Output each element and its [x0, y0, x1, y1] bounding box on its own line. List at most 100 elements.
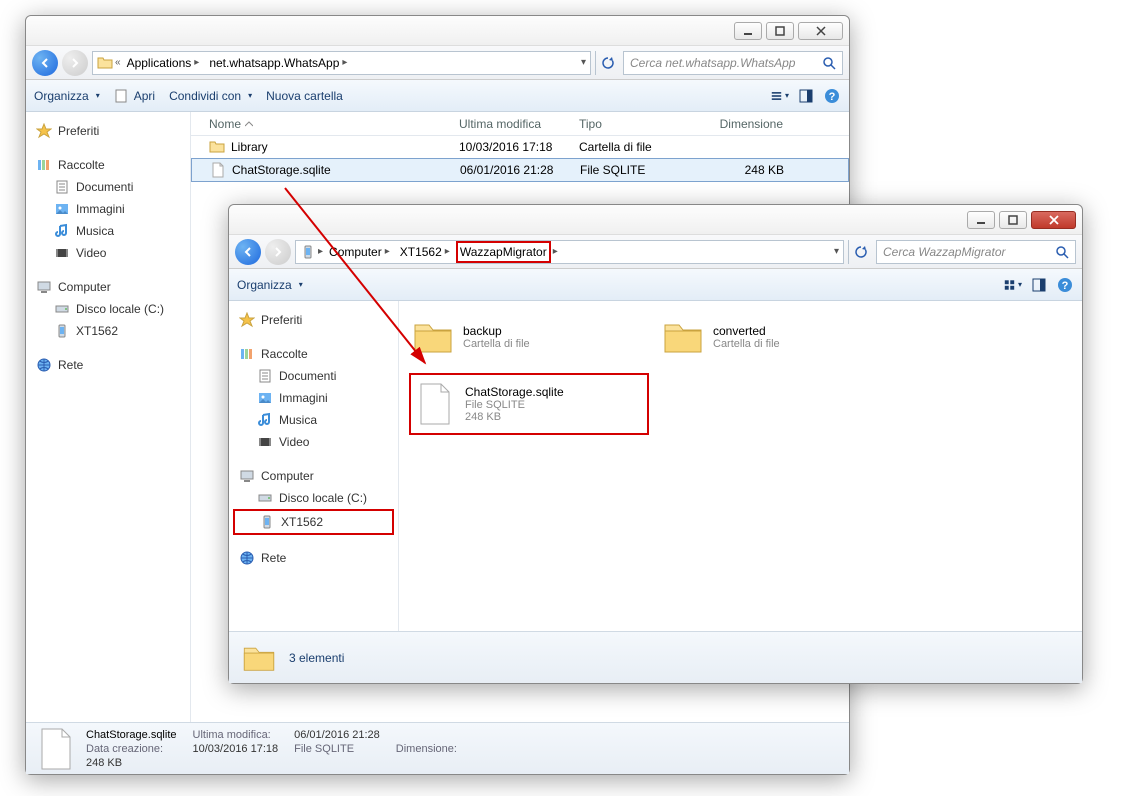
sidebar-libraries[interactable]: Raccolte	[30, 154, 186, 176]
breadcrumb-segment[interactable]: Applications▸	[123, 52, 204, 74]
open-button[interactable]: Apri	[114, 88, 155, 104]
sidebar-label: Musica	[279, 413, 317, 427]
organize-button[interactable]: Organizza	[34, 89, 100, 103]
breadcrumb-label: net.whatsapp.WhatsApp	[209, 56, 339, 70]
sidebar-item-documents[interactable]: Documenti	[30, 176, 186, 198]
preview-pane-button[interactable]	[797, 87, 815, 105]
status-label: Ultima modifica:	[193, 729, 279, 741]
maximize-button[interactable]	[999, 211, 1027, 229]
preview-pane-button[interactable]	[1030, 276, 1048, 294]
close-button[interactable]	[798, 22, 843, 40]
sidebar-network[interactable]: Rete	[30, 354, 186, 376]
back-button[interactable]	[235, 239, 261, 265]
chevron-right-icon: ▸	[318, 246, 323, 257]
breadcrumb-segment[interactable]: WazzapMigrator	[456, 241, 551, 263]
sidebar-item-documents[interactable]: Documenti	[233, 365, 394, 387]
status-text: 3 elementi	[289, 651, 344, 665]
sidebar-item-video[interactable]: Video	[30, 242, 186, 264]
status-label: Dimensione:	[396, 743, 457, 755]
maximize-button[interactable]	[766, 22, 794, 40]
search-input[interactable]: Cerca net.whatsapp.WhatsApp	[623, 51, 843, 75]
file-modified: 10/03/2016 17:18	[451, 140, 571, 154]
view-mode-button[interactable]	[771, 87, 789, 105]
sidebar-label: Disco locale (C:)	[76, 302, 164, 316]
tile-size: 248 KB	[465, 411, 564, 423]
chevron-right-icon: «	[115, 57, 121, 68]
address-bar: ▸ Computer▸ XT1562▸ WazzapMigrator ▸ ▾ C…	[229, 235, 1082, 269]
tile-type: Cartella di file	[713, 338, 780, 350]
file-row[interactable]: ChatStorage.sqlite 06/01/2016 21:28 File…	[191, 158, 849, 182]
tile-name: ChatStorage.sqlite	[465, 385, 564, 399]
open-label: Apri	[134, 89, 155, 103]
view-mode-button[interactable]	[1004, 276, 1022, 294]
svg-text:?: ?	[1062, 280, 1069, 292]
sidebar-libraries[interactable]: Raccolte	[233, 343, 394, 365]
breadcrumbs[interactable]: « Applications▸ net.whatsapp.WhatsApp▸ ▾	[92, 51, 591, 75]
file-name: ChatStorage.sqlite	[232, 163, 331, 177]
file-icon	[210, 162, 226, 178]
refresh-button[interactable]	[848, 240, 872, 264]
status-value: 248 KB	[86, 757, 177, 769]
sidebar-favorites[interactable]: Preferiti	[30, 120, 186, 142]
refresh-button[interactable]	[595, 51, 619, 75]
sidebar-network[interactable]: Rete	[233, 547, 394, 569]
sidebar-item-images[interactable]: Immagini	[233, 387, 394, 409]
file-tile[interactable]: convertedCartella di file	[659, 311, 899, 363]
column-headers[interactable]: Nome Ultima modifica Tipo Dimensione	[191, 112, 849, 136]
file-tiles: backupCartella di file convertedCartella…	[399, 301, 1082, 631]
sidebar-item-music[interactable]: Musica	[233, 409, 394, 431]
minimize-button[interactable]	[734, 22, 762, 40]
dropdown-icon[interactable]: ▾	[834, 246, 839, 257]
file-tile[interactable]: ChatStorage.sqliteFile SQLITE248 KB	[409, 373, 649, 435]
breadcrumbs[interactable]: ▸ Computer▸ XT1562▸ WazzapMigrator ▸ ▾	[295, 240, 844, 264]
sidebar-favorites[interactable]: Preferiti	[233, 309, 394, 331]
col-modified: Ultima modifica	[451, 117, 571, 131]
search-icon	[1055, 245, 1069, 259]
share-button[interactable]: Condividi con	[169, 89, 252, 103]
dropdown-icon[interactable]: ▾	[581, 57, 586, 68]
sidebar-item-video[interactable]: Video	[233, 431, 394, 453]
breadcrumb-label: XT1562	[400, 245, 442, 259]
col-name: Nome	[209, 117, 241, 131]
file-size: 248 KB	[692, 163, 792, 177]
sidebar-item-music[interactable]: Musica	[30, 220, 186, 242]
status-value: 10/03/2016 17:18	[193, 743, 279, 755]
status-value: 06/01/2016 21:28	[294, 729, 380, 741]
toolbar: Organizza ?	[229, 269, 1082, 301]
file-tile[interactable]: backupCartella di file	[409, 311, 649, 363]
search-placeholder: Cerca WazzapMigrator	[883, 245, 1005, 259]
breadcrumb-label: Computer	[329, 245, 382, 259]
back-button[interactable]	[32, 50, 58, 76]
sidebar-item-xt1562[interactable]: XT1562	[233, 509, 394, 535]
file-icon	[417, 382, 453, 426]
help-button[interactable]: ?	[1056, 276, 1074, 294]
sidebar-computer[interactable]: Computer	[233, 465, 394, 487]
sidebar-item-local-disk[interactable]: Disco locale (C:)	[233, 487, 394, 509]
organize-button[interactable]: Organizza	[237, 278, 303, 292]
breadcrumb-segment[interactable]: XT1562▸	[396, 241, 454, 263]
sidebar-item-images[interactable]: Immagini	[30, 198, 186, 220]
forward-button[interactable]	[62, 50, 88, 76]
search-placeholder: Cerca net.whatsapp.WhatsApp	[630, 56, 795, 70]
device-icon	[300, 244, 316, 260]
help-button[interactable]: ?	[823, 87, 841, 105]
tile-name: backup	[463, 324, 530, 338]
minimize-button[interactable]	[967, 211, 995, 229]
file-icon	[38, 727, 74, 771]
folder-icon	[661, 315, 705, 359]
search-input[interactable]: Cerca WazzapMigrator	[876, 240, 1076, 264]
file-row[interactable]: Library 10/03/2016 17:18 Cartella di fil…	[191, 136, 849, 158]
sidebar-label: Raccolte	[261, 347, 308, 361]
sidebar-label: Computer	[58, 280, 111, 294]
sidebar-item-local-disk[interactable]: Disco locale (C:)	[30, 298, 186, 320]
breadcrumb-segment[interactable]: net.whatsapp.WhatsApp▸	[205, 52, 351, 74]
sidebar-computer[interactable]: Computer	[30, 276, 186, 298]
forward-button[interactable]	[265, 239, 291, 265]
sidebar-label: Rete	[58, 358, 83, 372]
new-folder-button[interactable]: Nuova cartella	[266, 89, 343, 103]
tile-type: File SQLITE	[465, 399, 564, 411]
file-modified: 06/01/2016 21:28	[452, 163, 572, 177]
sidebar-item-xt1562[interactable]: XT1562	[30, 320, 186, 342]
close-button[interactable]	[1031, 211, 1076, 229]
breadcrumb-segment[interactable]: Computer▸	[325, 241, 394, 263]
